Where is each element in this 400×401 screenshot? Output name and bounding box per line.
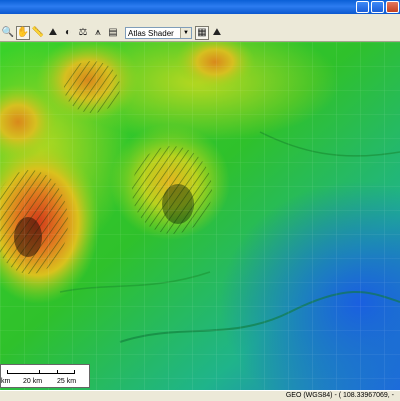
scale-bar-line bbox=[7, 370, 75, 374]
main-toolbar: 🔍 ✋ 📏 ⛰ ◐ ⚖ ⩚ ▤ Atlas Shader ▼ ▦ ⛰ bbox=[0, 24, 400, 42]
maximize-button[interactable] bbox=[371, 1, 384, 13]
scale-bar: km 20 km 25 km bbox=[0, 364, 90, 388]
scale-label-km: km bbox=[1, 378, 11, 385]
chevron-down-icon[interactable]: ▼ bbox=[180, 27, 191, 38]
close-button[interactable] bbox=[386, 1, 399, 13]
configure-shader-icon[interactable]: ▦ bbox=[195, 25, 209, 40]
elevation-shaded-map[interactable] bbox=[0, 42, 400, 390]
scale-label-25km: 25 km bbox=[57, 378, 77, 385]
scale-tick bbox=[57, 370, 58, 374]
status-bar: GEO (WGS84) - ( 108.33967069, - bbox=[0, 390, 400, 401]
pan-hand-icon[interactable]: ✋ bbox=[16, 25, 30, 40]
measure-ruler-icon[interactable]: 📏 bbox=[31, 26, 45, 40]
terrain-map-view[interactable] bbox=[0, 42, 400, 390]
scale-tick bbox=[39, 370, 40, 374]
path-profile-icon[interactable]: ⛰ bbox=[46, 26, 60, 40]
zoom-icon[interactable]: 🔍 bbox=[1, 26, 15, 40]
tripod-icon[interactable]: ⩚ bbox=[91, 26, 105, 40]
window-title-bar bbox=[0, 0, 400, 14]
light-direction-icon[interactable]: ◐ bbox=[61, 26, 75, 40]
minimize-button[interactable] bbox=[356, 1, 369, 13]
coordinate-grid bbox=[0, 42, 400, 390]
shader-dropdown-value: Atlas Shader bbox=[128, 28, 174, 38]
shader-dropdown[interactable]: Atlas Shader ▼ bbox=[125, 26, 192, 39]
layers-icon[interactable]: ▤ bbox=[106, 26, 120, 40]
terrain-icon[interactable]: ⛰ bbox=[210, 26, 224, 40]
scale-icon[interactable]: ⚖ bbox=[76, 26, 90, 40]
scale-label-20km: 20 km bbox=[23, 378, 43, 385]
